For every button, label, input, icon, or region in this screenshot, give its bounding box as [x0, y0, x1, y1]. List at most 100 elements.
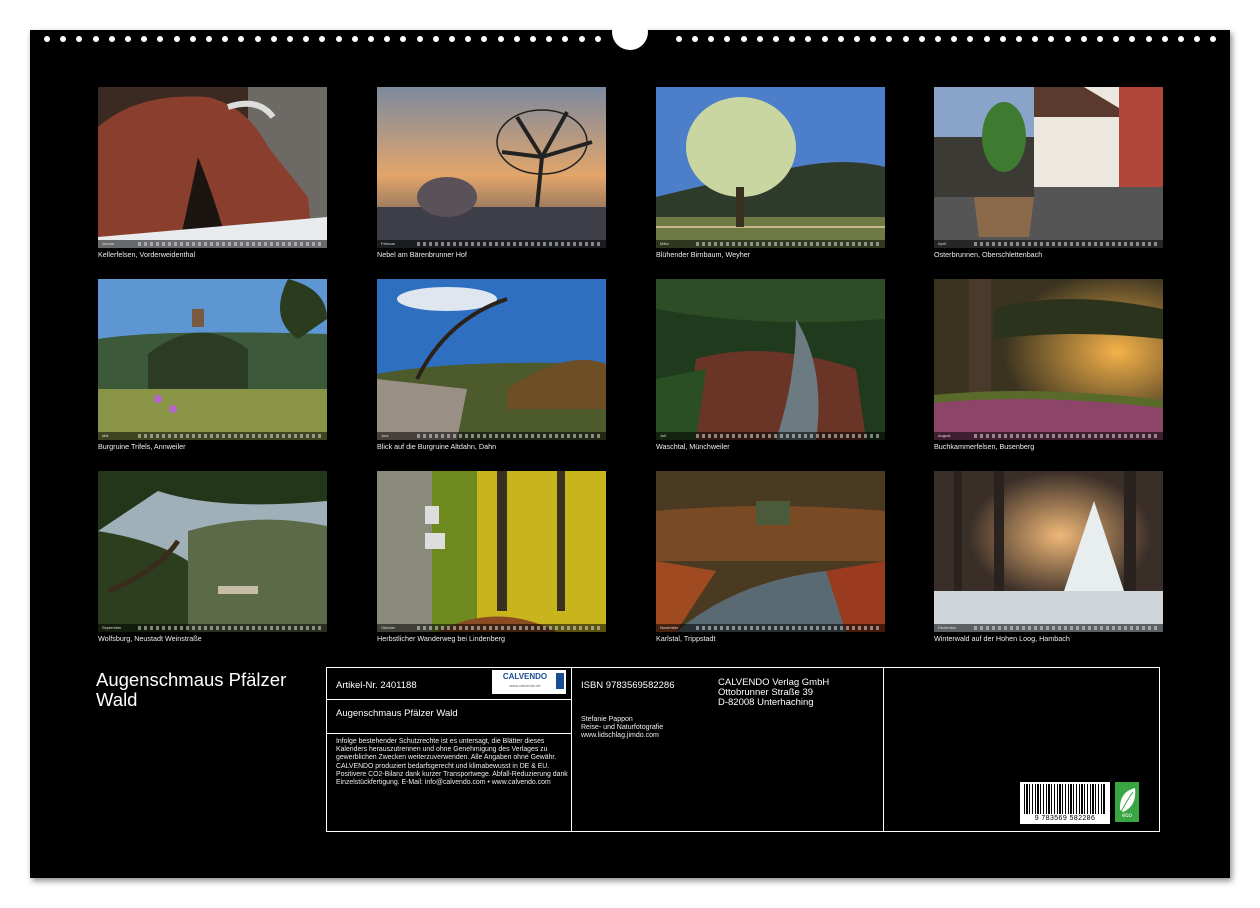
eco-leaf-icon: eco	[1115, 782, 1139, 822]
month-thumbnail-june[interactable]: Juni	[377, 279, 606, 440]
binding-hole	[352, 36, 358, 42]
logo-text: CALVENDO	[502, 672, 548, 681]
binding-hole	[206, 36, 212, 42]
isbn-barcode: 9 783569 582286	[1020, 782, 1110, 824]
binding-hole	[967, 36, 973, 42]
binding-hole	[984, 36, 990, 42]
product-title: Augenschmaus Pfälzer Wald	[336, 708, 458, 719]
binding-hole	[1065, 36, 1071, 42]
binding-hole	[174, 36, 180, 42]
binding-hole	[125, 36, 131, 42]
photo-foggy-tree	[377, 87, 606, 248]
binding-hole	[838, 36, 844, 42]
binding-hole	[1048, 36, 1054, 42]
binding-hole	[951, 36, 957, 42]
binding-hole	[805, 36, 811, 42]
binding-hole	[449, 36, 455, 42]
binding-hole	[757, 36, 763, 42]
binding-hole	[1113, 36, 1119, 42]
thumbnail-caption: Blühender Birnbaum, Weyher	[656, 250, 751, 259]
binding-hole	[255, 36, 261, 42]
binding-hole	[498, 36, 504, 42]
month-thumbnail-april[interactable]: April	[934, 87, 1163, 248]
binding-hole	[579, 36, 585, 42]
month-thumbnail-august[interactable]: August	[934, 279, 1163, 440]
article-number: Artikel-Nr. 2401188	[336, 680, 417, 691]
binding-hole	[336, 36, 342, 42]
binding-hole	[1000, 36, 1006, 42]
binding-hole	[1097, 36, 1103, 42]
thumbnail-caption: Kellerfelsen, Vorderweidenthal	[98, 250, 196, 259]
binding-hole	[93, 36, 99, 42]
logo-subtext: www.calvendo.de	[509, 683, 541, 688]
binding-hole	[546, 36, 552, 42]
calendar-strip: Februar	[377, 240, 606, 248]
month-name: Mai	[102, 433, 109, 438]
thumbnail-caption: Waschtal, Münchweiler	[656, 442, 730, 451]
binding-hole	[1081, 36, 1087, 42]
binding-hole	[222, 36, 228, 42]
photo-autumn-stream	[656, 471, 885, 632]
month-thumbnail-november[interactable]: November	[656, 471, 885, 632]
month-thumbnail-february[interactable]: Februar	[377, 87, 606, 248]
thumbnail-caption: Buchkammerfelsen, Busenberg	[934, 442, 1035, 451]
calendar-strip: März	[656, 240, 885, 248]
calendar-strip: Juli	[656, 432, 885, 440]
photo-snowy-forest	[934, 471, 1163, 632]
binding-hole	[76, 36, 82, 42]
author-line: Reise- und Naturfotografie	[581, 724, 664, 731]
binding-hole	[319, 36, 325, 42]
binding-hole	[1178, 36, 1184, 42]
month-thumbnail-september[interactable]: September	[98, 471, 327, 632]
month-thumbnail-december[interactable]: Dezember	[934, 471, 1163, 632]
month-thumbnail-january[interactable]: Januar	[98, 87, 327, 248]
calendar-strip: Juni	[377, 432, 606, 440]
binding-hole	[773, 36, 779, 42]
month-thumbnail-may[interactable]: Mai	[98, 279, 327, 440]
binding-hole	[109, 36, 115, 42]
binding-hole	[417, 36, 423, 42]
binding-hole	[141, 36, 147, 42]
photo-easter-fountain	[934, 87, 1163, 248]
author-line: www.lidschlag.jimdo.com	[581, 732, 659, 739]
calendar-strip: Dezember	[934, 624, 1163, 632]
calendar-strip: September	[98, 624, 327, 632]
month-name: November	[660, 625, 679, 630]
logo-mark	[556, 673, 564, 689]
photo-autumn-trail	[377, 471, 606, 632]
binding-hole	[1032, 36, 1038, 42]
month-name: Juli	[660, 433, 667, 438]
thumbnail-caption: Winterwald auf der Hohen Loog, Hambach	[934, 634, 1070, 643]
binding-hole	[514, 36, 520, 42]
binding-hole	[935, 36, 941, 42]
photo-forest-stream	[656, 279, 885, 440]
month-name: Februar	[381, 241, 396, 246]
binding-hole	[530, 36, 536, 42]
binding-hole	[595, 36, 601, 42]
photo-castle-ruin	[98, 279, 327, 440]
thumbnail-caption: Herbstlicher Wanderweg bei Lindenberg	[377, 634, 505, 643]
month-thumbnail-october[interactable]: Oktober	[377, 471, 606, 632]
month-name: September	[102, 625, 122, 630]
calendar-strip: November	[656, 624, 885, 632]
binding-hole	[157, 36, 163, 42]
legal-notice: Infolge bestehender Schutzrechte ist es …	[336, 738, 568, 787]
binding-hole	[1129, 36, 1135, 42]
calendar-strip: Mai	[98, 432, 327, 440]
month-name: April	[938, 241, 947, 246]
barcode-bars	[1024, 784, 1106, 814]
binding-hole	[465, 36, 471, 42]
publisher-line: D-82008 Unterhaching	[718, 697, 814, 708]
binding-hole	[1194, 36, 1200, 42]
month-thumbnail-march[interactable]: März	[656, 87, 885, 248]
binding-hole	[368, 36, 374, 42]
binding-hole	[886, 36, 892, 42]
month-thumbnail-july[interactable]: Juli	[656, 279, 885, 440]
calendar-strip: Januar	[98, 240, 327, 248]
binding-hole	[1210, 36, 1216, 42]
binding-hole	[741, 36, 747, 42]
binding-hole	[789, 36, 795, 42]
binding-hole	[60, 36, 66, 42]
binding-hole	[271, 36, 277, 42]
eco-label: eco	[1122, 813, 1132, 819]
